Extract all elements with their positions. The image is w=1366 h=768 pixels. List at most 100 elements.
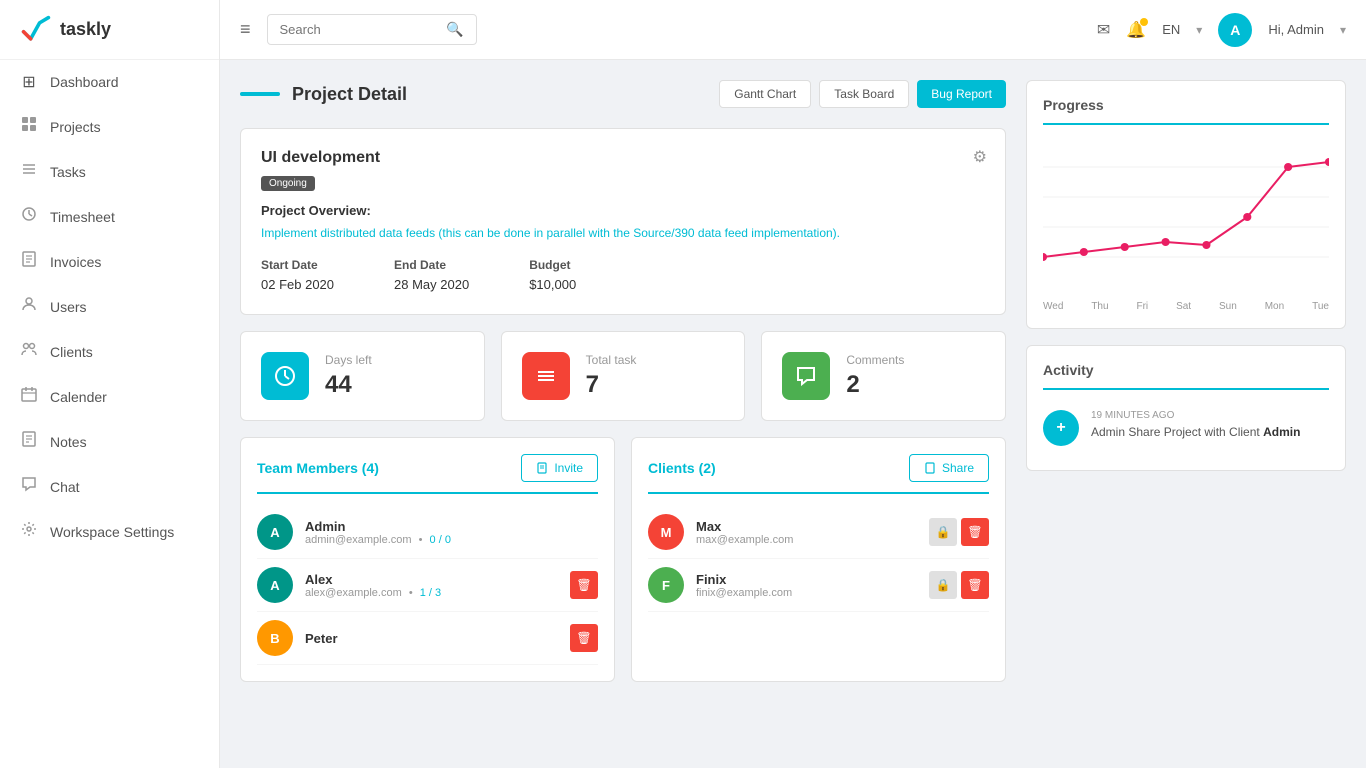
delete-client-max-button[interactable]: 🗑: [961, 518, 989, 546]
bug-report-button[interactable]: Bug Report: [917, 80, 1006, 108]
sidebar-label-chat: Chat: [50, 479, 80, 495]
total-task-value: 7: [586, 371, 637, 399]
topbar: ≡ 🔍 ✉ 🔔 EN ▾ A Hi, Admin ▾: [220, 0, 1366, 60]
member-avatar-alex: A: [257, 567, 293, 603]
lock-client-finix-button[interactable]: 🔒: [929, 571, 957, 599]
project-status-badge: Ongoing: [261, 176, 315, 191]
main-panel: Project Detail Gantt Chart Task Board Bu…: [240, 80, 1006, 748]
stat-info-comments: Comments 2: [846, 353, 904, 399]
delete-client-finix-button[interactable]: 🗑: [961, 571, 989, 599]
tasks-icon: [20, 161, 38, 182]
start-date-label: Start Date: [261, 258, 334, 272]
chart-label-thu: Thu: [1091, 301, 1108, 312]
sidebar-item-invoices[interactable]: Invoices: [0, 239, 219, 284]
comments-icon: [782, 352, 830, 400]
sidebar-item-projects[interactable]: Projects: [0, 104, 219, 149]
invite-button[interactable]: Invite: [521, 454, 598, 482]
search-icon: 🔍: [446, 21, 463, 38]
activity-avatar-0: +: [1043, 410, 1079, 446]
chart-label-wed: Wed: [1043, 301, 1063, 312]
user-chevron: ▾: [1340, 23, 1346, 37]
user-label[interactable]: Hi, Admin: [1268, 22, 1324, 37]
right-panel: Progress: [1026, 80, 1346, 748]
task-board-button[interactable]: Task Board: [819, 80, 909, 108]
team-card-header: Team Members (4) Invite: [257, 454, 598, 494]
users-icon: [20, 296, 38, 317]
invoices-icon: [20, 251, 38, 272]
client-avatar-finix: F: [648, 567, 684, 603]
bottom-row: Team Members (4) Invite A Admin admin@ex…: [240, 437, 1006, 682]
mail-icon[interactable]: ✉: [1097, 20, 1110, 40]
hamburger-icon[interactable]: ≡: [240, 19, 251, 40]
meta-start-date: Start Date 02 Feb 2020: [261, 258, 334, 294]
days-left-label: Days left: [325, 353, 372, 367]
member-avatar-peter: B: [257, 620, 293, 656]
activity-item-0: + 19 MINUTES AGO Admin Share Project wit…: [1043, 402, 1329, 454]
search-input[interactable]: [280, 22, 439, 37]
activity-time-0: 19 MINUTES AGO: [1091, 410, 1300, 421]
member-actions-peter: 🗑: [570, 624, 598, 652]
logo-icon: [20, 14, 52, 46]
sidebar-item-workspace[interactable]: Workspace Settings: [0, 509, 219, 554]
sidebar-item-dashboard[interactable]: ⊞ Dashboard: [0, 60, 219, 104]
project-card: ⚙ UI development Ongoing Project Overvie…: [240, 128, 1006, 315]
notification-icon[interactable]: 🔔: [1126, 20, 1146, 40]
member-alex: A Alex alex@example.com • 1 / 3 🗑: [257, 559, 598, 612]
sidebar-item-clients[interactable]: Clients: [0, 329, 219, 374]
clients-icon: [20, 341, 38, 362]
days-left-icon: [261, 352, 309, 400]
chart-label-fri: Fri: [1136, 301, 1148, 312]
chart-label-mon: Mon: [1265, 301, 1284, 312]
sidebar-item-tasks[interactable]: Tasks: [0, 149, 219, 194]
progress-title: Progress: [1043, 97, 1329, 125]
sidebar-item-users[interactable]: Users: [0, 284, 219, 329]
chart-label-tue: Tue: [1312, 301, 1329, 312]
gantt-chart-button[interactable]: Gantt Chart: [719, 80, 811, 108]
nav-list: ⊞ Dashboard Projects Tasks Timesheet I: [0, 60, 219, 554]
member-actions-alex: 🗑: [570, 571, 598, 599]
clients-card-header: Clients (2) Share: [648, 454, 989, 494]
calender-icon: [20, 386, 38, 407]
stat-card-days: Days left 44: [240, 331, 485, 421]
total-task-label: Total task: [586, 353, 637, 367]
search-box: 🔍: [267, 14, 477, 45]
language-selector[interactable]: EN: [1162, 22, 1180, 37]
project-settings-icon[interactable]: ⚙: [973, 147, 987, 167]
user-avatar[interactable]: A: [1218, 13, 1252, 47]
progress-chart: [1043, 137, 1329, 297]
end-date-label: End Date: [394, 258, 469, 272]
member-name-alex: Alex: [305, 572, 558, 587]
delete-member-peter-button[interactable]: 🗑: [570, 624, 598, 652]
client-max: M Max max@example.com 🔒 🗑: [648, 506, 989, 559]
sidebar-label-users: Users: [50, 299, 87, 315]
sidebar-item-timesheet[interactable]: Timesheet: [0, 194, 219, 239]
member-info-alex: Alex alex@example.com • 1 / 3: [305, 572, 558, 599]
notes-icon: [20, 431, 38, 452]
sidebar-item-notes[interactable]: Notes: [0, 419, 219, 464]
project-overview-text: Implement distributed data feeds (this c…: [261, 224, 985, 242]
topbar-right: ✉ 🔔 EN ▾ A Hi, Admin ▾: [1097, 13, 1346, 47]
comments-label: Comments: [846, 353, 904, 367]
logo: taskly: [0, 0, 219, 60]
activity-title: Activity: [1043, 362, 1329, 390]
stat-info-days: Days left 44: [325, 353, 372, 399]
member-info-admin: Admin admin@example.com • 0 / 0: [305, 519, 598, 546]
delete-member-alex-button[interactable]: 🗑: [570, 571, 598, 599]
activity-text-0: Admin Share Project with Client Admin: [1091, 423, 1300, 441]
sidebar-label-calender: Calender: [50, 389, 107, 405]
lock-client-max-button[interactable]: 🔒: [929, 518, 957, 546]
sidebar-item-chat[interactable]: Chat: [0, 464, 219, 509]
projects-icon: [20, 116, 38, 137]
comments-value: 2: [846, 371, 904, 399]
share-label: Share: [942, 461, 974, 475]
days-left-value: 44: [325, 371, 372, 399]
dashboard-icon: ⊞: [20, 72, 38, 92]
sidebar: taskly ⊞ Dashboard Projects Tasks Timesh…: [0, 0, 220, 768]
sidebar-item-calender[interactable]: Calender: [0, 374, 219, 419]
share-button[interactable]: Share: [909, 454, 989, 482]
end-date-value: 28 May 2020: [394, 277, 469, 292]
start-date-value: 02 Feb 2020: [261, 277, 334, 292]
chat-icon: [20, 476, 38, 497]
main-wrapper: ≡ 🔍 ✉ 🔔 EN ▾ A Hi, Admin ▾ Project Detai…: [220, 0, 1366, 768]
header-buttons: Gantt Chart Task Board Bug Report: [719, 80, 1006, 108]
